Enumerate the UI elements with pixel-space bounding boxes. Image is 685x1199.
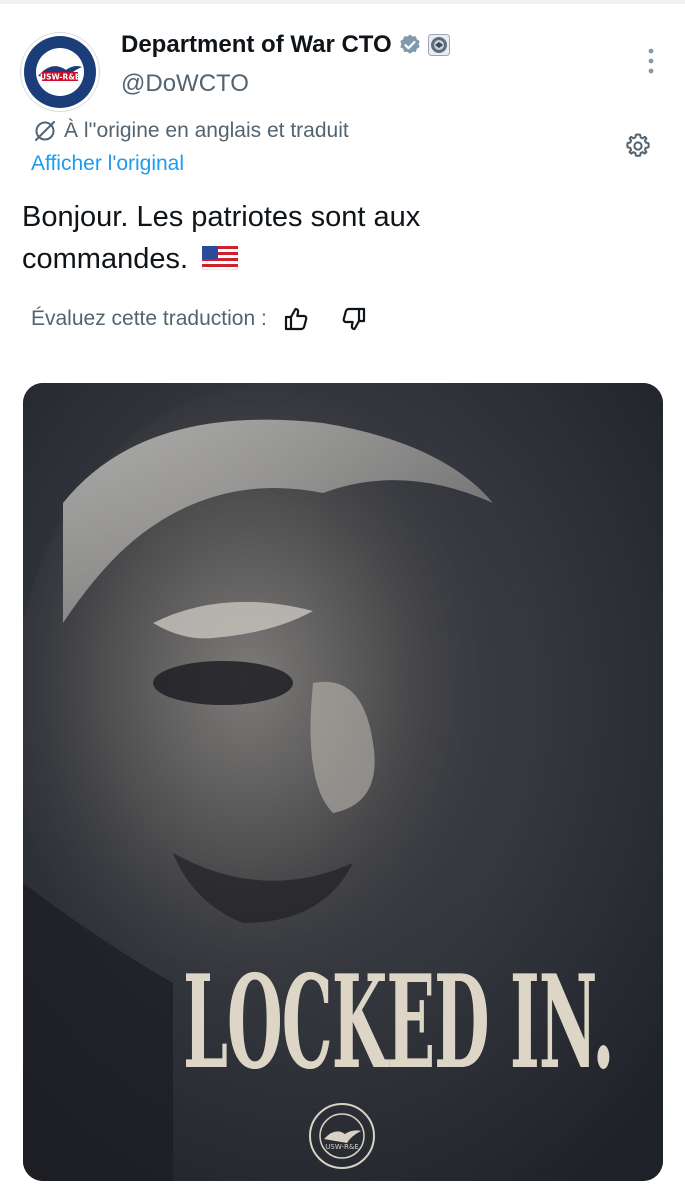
gear-icon bbox=[626, 133, 650, 157]
tweet-text: Bonjour. Les patriotes sont aux commande… bbox=[22, 196, 582, 280]
thumbs-up-button[interactable] bbox=[279, 302, 313, 336]
poster-caption: LOCKED IN. bbox=[183, 948, 615, 1098]
avatar[interactable]: USW-R&E bbox=[20, 32, 100, 112]
rate-translation: Évaluez cette traduction : bbox=[31, 302, 371, 336]
author-handle[interactable]: @DoWCTO bbox=[121, 70, 249, 98]
thumbs-up-icon bbox=[284, 307, 308, 331]
poster-seal-icon: USW-R&E bbox=[309, 1103, 375, 1169]
thumbs-down-button[interactable] bbox=[337, 302, 371, 336]
department-seal-icon: USW-R&E bbox=[24, 36, 96, 108]
top-divider bbox=[0, 0, 685, 4]
more-options-button[interactable] bbox=[637, 44, 665, 78]
rate-label: Évaluez cette traduction : bbox=[31, 307, 267, 330]
tweet-media-image[interactable]: LOCKED IN. USW-R&E bbox=[23, 383, 663, 1181]
show-original-link[interactable]: Afficher l'original bbox=[31, 152, 184, 176]
avatar-text: USW-R&E bbox=[40, 73, 80, 82]
translation-settings-button[interactable] bbox=[622, 130, 654, 162]
translation-notice: À l''origine en anglais et traduit bbox=[32, 118, 349, 144]
translate-icon bbox=[35, 121, 55, 141]
us-flag-emoji bbox=[202, 246, 239, 271]
author-display-name[interactable]: Department of War CTO bbox=[121, 31, 392, 59]
translation-notice-text: À l''origine en anglais et traduit bbox=[64, 119, 349, 142]
author-name-row[interactable]: Department of War CTO bbox=[121, 31, 450, 59]
poster-seal-text: USW-R&E bbox=[325, 1143, 358, 1151]
thumbs-down-icon bbox=[342, 307, 365, 331]
affiliation-seal-icon[interactable] bbox=[427, 34, 450, 56]
verified-badge-icon[interactable] bbox=[398, 33, 422, 57]
more-vertical-icon bbox=[648, 48, 654, 74]
